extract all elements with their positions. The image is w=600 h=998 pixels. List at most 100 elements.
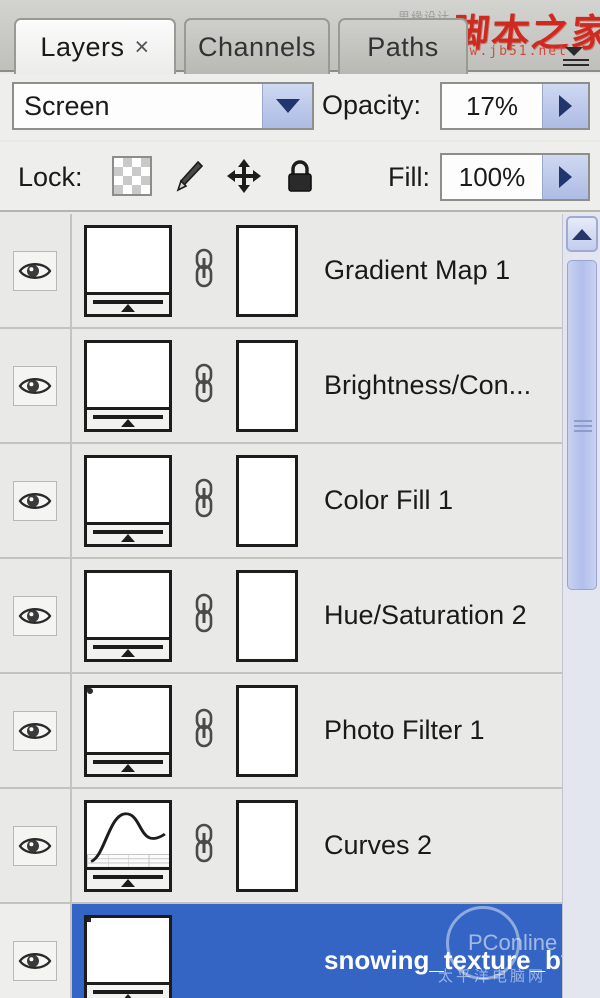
adjustment-slider-strip — [87, 751, 169, 774]
layer-mask-link-cell[interactable] — [184, 246, 224, 295]
layer-row[interactable]: snowing_texture_by_n — [0, 904, 600, 998]
layer-thumbnail-cell[interactable] — [72, 224, 184, 317]
layer-mask-link-cell[interactable] — [184, 476, 224, 525]
layer-mask-cell[interactable] — [224, 799, 310, 892]
adjustment-slider-strip — [87, 636, 169, 659]
layer-row[interactable]: Color Fill 1 — [0, 444, 600, 559]
chevron-up-icon[interactable] — [566, 216, 598, 252]
layer-mask-thumbnail[interactable] — [236, 454, 298, 547]
scrollbar-thumb[interactable] — [567, 260, 597, 590]
layer-mask-cell[interactable] — [224, 569, 310, 662]
eye-icon[interactable] — [13, 250, 57, 291]
layer-row[interactable]: Brightness/Con... — [0, 329, 600, 444]
layer-mask-link-cell[interactable] — [184, 361, 224, 410]
lock-transparency-icon[interactable] — [112, 156, 152, 196]
close-icon[interactable]: × — [134, 34, 149, 60]
layer-thumbnail[interactable] — [84, 684, 172, 777]
layer-mask-thumbnail[interactable] — [236, 224, 298, 317]
link-chain-icon[interactable] — [191, 591, 217, 640]
layer-mask-thumbnail[interactable] — [236, 569, 298, 662]
tab-paths-label: Paths — [367, 31, 439, 62]
layer-thumbnail[interactable] — [84, 569, 172, 662]
layer-thumbnail[interactable] — [84, 454, 172, 547]
eye-icon[interactable] — [13, 595, 57, 636]
layer-name[interactable]: Curves 2 — [310, 830, 600, 861]
chevron-right-icon[interactable] — [542, 84, 588, 128]
lock-position-move-icon[interactable] — [224, 156, 264, 196]
link-chain-icon[interactable] — [191, 361, 217, 410]
layer-mask-cell[interactable] — [224, 339, 310, 432]
adjustment-slider-strip — [87, 291, 169, 314]
lock-label: Lock: — [18, 162, 83, 192]
layer-mask-link-cell[interactable] — [184, 706, 224, 755]
adjustment-slider-strip — [87, 981, 169, 998]
eye-icon[interactable] — [13, 825, 57, 866]
lock-icon-group — [112, 156, 320, 196]
layer-thumbnail-cell[interactable] — [72, 914, 184, 998]
layer-thumbnail[interactable] — [84, 914, 172, 998]
layer-thumbnail[interactable] — [84, 339, 172, 432]
layer-mask-thumbnail[interactable] — [236, 799, 298, 892]
eye-icon[interactable] — [13, 710, 57, 751]
scrollbar-grip — [574, 417, 592, 435]
lock-all-padlock-icon[interactable] — [280, 156, 320, 196]
panel-tab-strip: Layers × Channels Paths 思缘设计 脚本之家 www.jb… — [0, 0, 600, 74]
layer-thumbnail-cell[interactable] — [72, 569, 184, 662]
layer-thumbnail[interactable] — [84, 799, 172, 892]
blend-mode-select[interactable]: Screen — [12, 82, 314, 130]
layer-name[interactable]: Brightness/Con... — [310, 370, 600, 401]
lock-row: Lock: Fill: 100% — [0, 142, 600, 212]
vertical-scrollbar[interactable] — [562, 214, 600, 998]
layer-visibility-toggle[interactable] — [0, 559, 72, 672]
chevron-down-icon[interactable] — [262, 84, 312, 128]
layer-thumbnail-cell[interactable] — [72, 454, 184, 547]
lock-image-brush-icon[interactable] — [168, 156, 208, 196]
layer-row[interactable]: Hue/Saturation 2 — [0, 559, 600, 674]
adjustment-slider-strip — [87, 866, 169, 889]
eye-icon[interactable] — [13, 365, 57, 406]
tab-layers[interactable]: Layers × — [14, 18, 176, 74]
opacity-input[interactable]: 17% — [440, 82, 590, 130]
layer-mask-thumbnail[interactable] — [236, 339, 298, 432]
layer-row[interactable]: Gradient Map 1 — [0, 214, 600, 329]
layer-mask-thumbnail[interactable] — [236, 684, 298, 777]
layer-thumbnail-cell[interactable] — [72, 339, 184, 432]
eye-icon[interactable] — [13, 940, 57, 981]
adjustment-thumbnail-image — [87, 573, 169, 637]
menu-line-2 — [563, 64, 589, 66]
chevron-right-icon[interactable] — [542, 155, 588, 199]
layer-visibility-toggle[interactable] — [0, 789, 72, 902]
layer-row[interactable]: Photo Filter 1 — [0, 674, 600, 789]
layer-visibility-toggle[interactable] — [0, 214, 72, 327]
link-chain-icon[interactable] — [191, 706, 217, 755]
tab-paths[interactable]: Paths — [338, 18, 468, 74]
fill-input[interactable]: 100% — [440, 153, 590, 201]
layer-mask-cell[interactable] — [224, 684, 310, 777]
layer-mask-link-cell[interactable] — [184, 591, 224, 640]
link-chain-icon[interactable] — [191, 821, 217, 870]
layer-name[interactable]: Color Fill 1 — [310, 485, 600, 516]
tab-channels[interactable]: Channels — [184, 18, 330, 74]
layer-visibility-toggle[interactable] — [0, 904, 72, 998]
layer-thumbnail[interactable] — [84, 224, 172, 317]
layer-visibility-toggle[interactable] — [0, 674, 72, 787]
eye-icon[interactable] — [13, 480, 57, 521]
layer-name[interactable]: snowing_texture_by_n — [310, 945, 600, 976]
layer-name[interactable]: Hue/Saturation 2 — [310, 600, 600, 631]
layer-row[interactable]: Curves 2 — [0, 789, 600, 904]
panel-menu-icon[interactable] — [562, 46, 596, 70]
layer-list[interactable]: Gradient Map 1 Brightness/Con... Color Fil… — [0, 214, 600, 998]
layer-name[interactable]: Photo Filter 1 — [310, 715, 600, 746]
link-chain-icon[interactable] — [191, 476, 217, 525]
layer-mask-cell[interactable] — [224, 454, 310, 547]
layer-thumbnail-cell[interactable] — [72, 684, 184, 777]
layer-visibility-toggle[interactable] — [0, 444, 72, 557]
layer-name[interactable]: Gradient Map 1 — [310, 255, 600, 286]
layer-mask-link-cell[interactable] — [184, 821, 224, 870]
link-chain-icon[interactable] — [191, 246, 217, 295]
layer-mask-cell[interactable] — [224, 224, 310, 317]
chevron-down-glyph — [275, 99, 300, 113]
layer-visibility-toggle[interactable] — [0, 329, 72, 442]
chevron-right-glyph — [559, 166, 572, 188]
layer-thumbnail-cell[interactable] — [72, 799, 184, 892]
